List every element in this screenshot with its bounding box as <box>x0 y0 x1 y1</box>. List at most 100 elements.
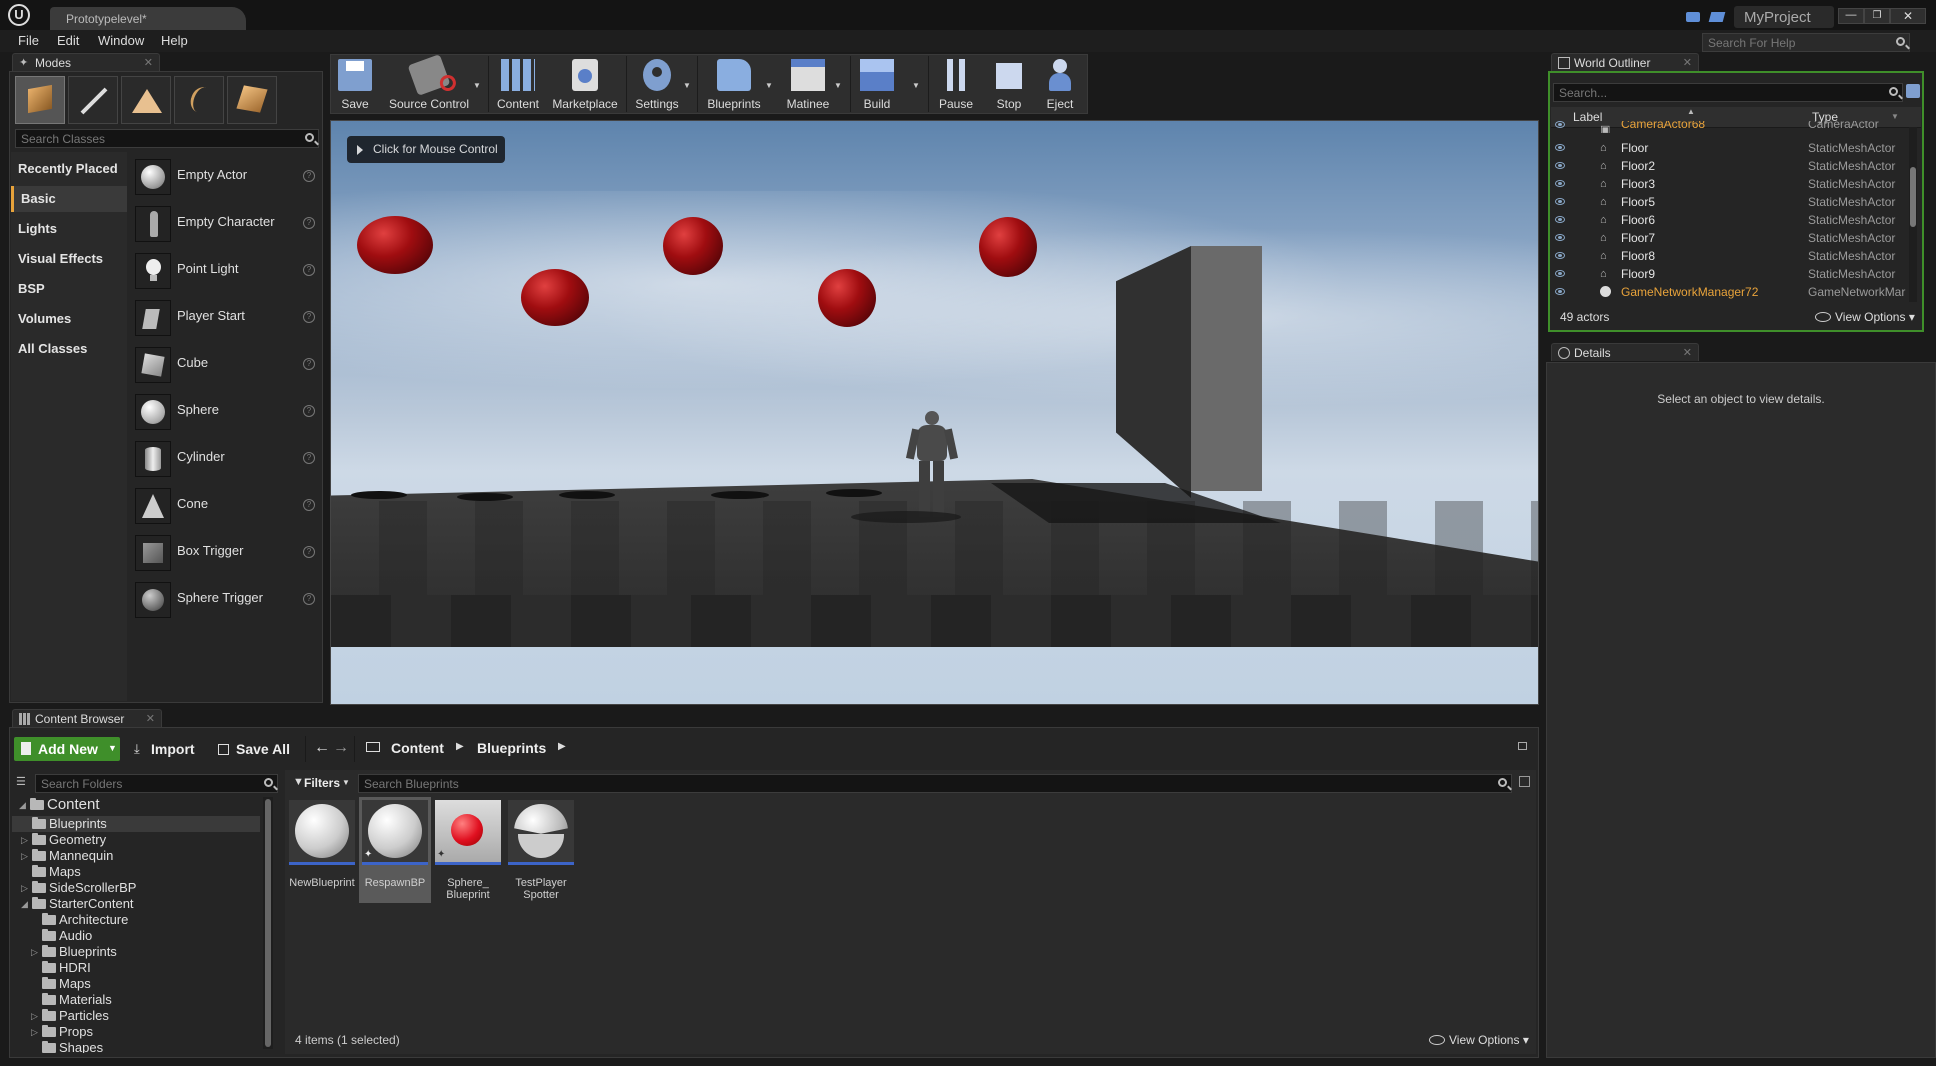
tab-content-browser[interactable]: Content Browser ✕ <box>12 709 162 727</box>
tree-toggle-icon[interactable]: ☰ <box>16 776 28 788</box>
expand-arrow-icon[interactable]: ▷ <box>21 880 28 896</box>
content-view-options-button[interactable]: View Options ▾ <box>1429 1033 1529 1047</box>
visibility-eye-icon[interactable] <box>1555 162 1565 169</box>
place-item-cone[interactable]: Cone ? <box>133 484 321 528</box>
close-window-button[interactable]: ✕ <box>1890 8 1926 24</box>
breadcrumb-blueprints[interactable]: Blueprints <box>477 740 546 756</box>
help-icon[interactable]: ? <box>303 405 315 417</box>
visibility-eye-icon[interactable] <box>1555 234 1565 241</box>
search-blueprints-input[interactable]: Search Blueprints <box>358 774 1512 793</box>
folder-startercontent[interactable]: ◢ StarterContent <box>21 896 134 912</box>
help-icon[interactable]: ? <box>303 452 315 464</box>
folder-starter-blueprints[interactable]: ▷ Blueprints <box>31 944 117 960</box>
place-item-box-trigger[interactable]: Box Trigger ? <box>133 531 321 575</box>
category-basic[interactable]: Basic <box>11 186 127 212</box>
help-icon[interactable]: ? <box>303 217 315 229</box>
category-lights[interactable]: Lights <box>11 216 127 242</box>
mode-geometry-button[interactable] <box>227 76 277 124</box>
outliner-row[interactable]: GameNetworkManager72 GameNetworkMar <box>1548 283 1918 301</box>
category-volumes[interactable]: Volumes <box>11 306 127 332</box>
menu-window[interactable]: Window <box>98 33 144 48</box>
folder-mannequin[interactable]: ▷ Mannequin <box>21 848 113 864</box>
folder-maps[interactable]: Maps <box>32 864 81 880</box>
help-icon[interactable]: ? <box>303 546 315 558</box>
mode-landscape-button[interactable] <box>121 76 171 124</box>
expand-arrow-icon[interactable]: ▷ <box>21 848 28 864</box>
help-icon[interactable]: ? <box>303 593 315 605</box>
forward-arrow-icon[interactable]: → <box>333 739 349 757</box>
folder-scrollbar[interactable] <box>263 797 273 1049</box>
level-viewport[interactable]: Click for Mouse Control <box>330 120 1539 705</box>
outliner-row[interactable]: ⌂ Floor2 StaticMeshActor <box>1548 157 1918 175</box>
visibility-eye-icon[interactable] <box>1555 288 1565 295</box>
collapse-arrow-icon[interactable]: ◢ <box>21 896 28 912</box>
outliner-row[interactable]: ⌂ Floor3 StaticMeshActor <box>1548 175 1918 193</box>
notification-icon[interactable] <box>1708 12 1726 22</box>
folder-materials[interactable]: Materials <box>42 992 112 1008</box>
mode-paint-button[interactable] <box>68 76 118 124</box>
close-icon[interactable]: ✕ <box>1683 54 1692 72</box>
settings-button[interactable]: Settings <box>630 55 684 113</box>
place-item-empty-actor[interactable]: Empty Actor ? <box>133 155 321 199</box>
folder-hdri[interactable]: HDRI <box>42 960 91 976</box>
build-dropdown-icon[interactable]: ▼ <box>912 81 920 90</box>
place-item-cube[interactable]: Cube ? <box>133 343 321 387</box>
place-item-cylinder[interactable]: Cylinder ? <box>133 437 321 481</box>
outliner-row[interactable]: ⌂ Floor6 StaticMeshActor <box>1548 211 1918 229</box>
column-dropdown-icon[interactable]: ▼ <box>1891 112 1899 121</box>
close-icon[interactable]: ✕ <box>144 54 153 72</box>
asset-tile[interactable]: ✦ Sphere_ Blueprint <box>432 797 504 903</box>
outliner-row[interactable]: ⌂ Floor5 StaticMeshActor <box>1548 193 1918 211</box>
mode-foliage-button[interactable] <box>174 76 224 124</box>
folder-content[interactable]: ◢ Content <box>19 797 100 813</box>
category-all-classes[interactable]: All Classes <box>11 336 127 362</box>
filters-button[interactable]: ▼ Filters ▼ <box>290 772 352 794</box>
visibility-eye-icon[interactable] <box>1555 121 1565 128</box>
maximize-button[interactable]: ❐ <box>1864 8 1890 24</box>
close-icon[interactable]: ✕ <box>146 710 155 728</box>
collapse-arrow-icon[interactable]: ◢ <box>19 797 26 813</box>
add-filter-icon[interactable] <box>1906 84 1920 98</box>
source-control-dropdown-icon[interactable]: ▼ <box>473 81 481 90</box>
add-new-button[interactable]: Add New ▼ <box>14 737 120 761</box>
chat-icon[interactable] <box>1686 12 1700 22</box>
unreal-logo-icon[interactable]: U <box>8 4 30 26</box>
stop-button[interactable]: Stop <box>987 55 1031 113</box>
mouse-control-button[interactable]: Click for Mouse Control <box>347 136 505 163</box>
help-icon[interactable]: ? <box>303 358 315 370</box>
asset-tile[interactable]: TestPlayer Spotter <box>505 797 577 903</box>
menu-help[interactable]: Help <box>161 33 188 48</box>
search-classes-input[interactable]: Search Classes <box>15 129 319 148</box>
search-help-input[interactable]: Search For Help <box>1702 33 1910 52</box>
outliner-row[interactable]: ⌂ Floor8 StaticMeshActor <box>1548 247 1918 265</box>
search-folders-input[interactable]: Search Folders <box>35 774 278 793</box>
outliner-scrollbar[interactable] <box>1909 127 1917 302</box>
content-button[interactable]: Content <box>492 55 544 113</box>
tab-world-outliner[interactable]: World Outliner ✕ <box>1551 53 1699 71</box>
menu-edit[interactable]: Edit <box>57 33 79 48</box>
visibility-eye-icon[interactable] <box>1555 180 1565 187</box>
asset-tile-selected[interactable]: ✦ RespawnBP <box>359 797 431 903</box>
folder-geometry[interactable]: ▷ Geometry <box>21 832 106 848</box>
blueprints-dropdown-icon[interactable]: ▼ <box>765 81 773 90</box>
build-button[interactable]: Build <box>854 55 900 113</box>
place-item-sphere[interactable]: Sphere ? <box>133 390 321 434</box>
help-icon[interactable]: ? <box>303 499 315 511</box>
help-icon[interactable]: ? <box>303 170 315 182</box>
settings-dropdown-icon[interactable]: ▼ <box>683 81 691 90</box>
folder-sidescrollerbp[interactable]: ▷ SideScrollerBP <box>21 880 136 896</box>
matinee-dropdown-icon[interactable]: ▼ <box>834 81 842 90</box>
breadcrumb-content[interactable]: Content <box>391 740 444 756</box>
category-recently-placed[interactable]: Recently Placed <box>11 156 127 182</box>
lock-icon[interactable] <box>1518 742 1527 750</box>
outliner-row[interactable]: ⌂ Floor9 StaticMeshActor <box>1548 265 1918 283</box>
matinee-button[interactable]: Matinee <box>780 55 836 113</box>
visibility-eye-icon[interactable] <box>1555 216 1565 223</box>
outliner-row[interactable]: ▣ CameraActor68 CameraActor <box>1548 121 1918 133</box>
level-tab[interactable]: Prototypelevel* <box>50 7 246 30</box>
marketplace-button[interactable]: Marketplace <box>548 55 622 113</box>
outliner-search-input[interactable]: Search... <box>1553 83 1903 102</box>
save-all-button[interactable]: Save All <box>214 737 304 761</box>
outliner-row[interactable]: ⌂ Floor7 StaticMeshActor <box>1548 229 1918 247</box>
place-item-empty-character[interactable]: Empty Character ? <box>133 202 321 246</box>
